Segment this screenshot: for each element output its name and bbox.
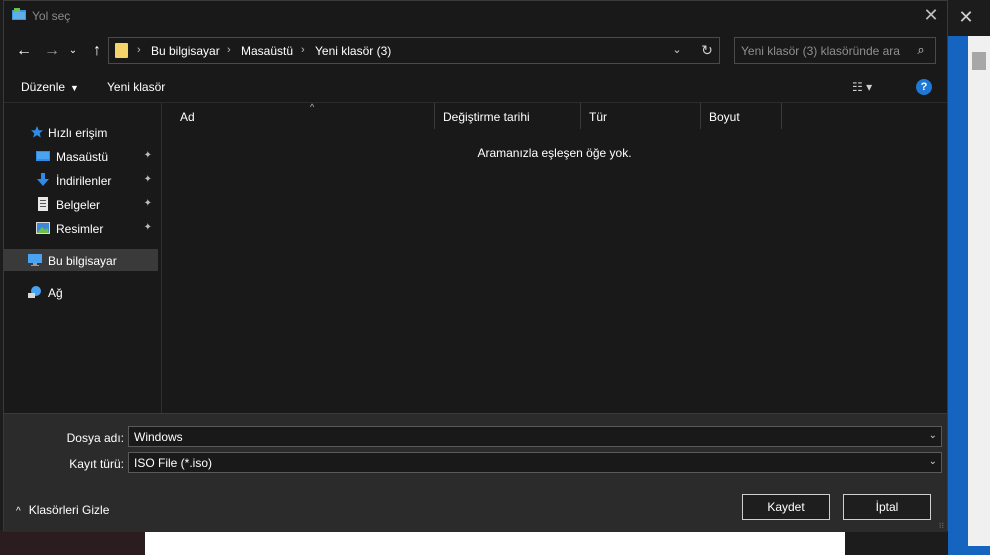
sidebar-item-label: Ağ [48, 286, 63, 300]
sidebar-item-label: Masaüstü [56, 150, 109, 164]
save-dialog: Yol seç ✕ ← → ⌄ ↑ › Bu bilgisayar › Masa… [3, 0, 948, 532]
document-icon [38, 197, 48, 211]
background-scrollbar[interactable] [968, 36, 990, 546]
address-bar[interactable]: › Bu bilgisayar › Masaüstü › Yeni klasör… [108, 37, 720, 64]
column-header-size[interactable]: Boyut [701, 103, 782, 129]
sort-ascending-icon: ^ [310, 102, 315, 112]
filename-input[interactable]: Windows ⌄ [128, 426, 942, 447]
background-taskbar-area [0, 530, 145, 555]
star-icon [31, 126, 43, 138]
download-icon [37, 173, 49, 186]
sidebar-item-documents[interactable]: Belgeler ✦ [4, 193, 158, 215]
navigation-bar: ← → ⌄ ↑ › Bu bilgisayar › Masaüstü › Yen… [4, 31, 947, 71]
pin-icon[interactable]: ✦ [144, 198, 152, 209]
app-icon [12, 8, 26, 20]
up-arrow-icon[interactable]: ↑ [87, 41, 107, 61]
filetype-value: ISO File (*.iso) [134, 456, 213, 470]
recent-locations-chevron-icon[interactable]: ⌄ [66, 41, 80, 61]
command-toolbar: Düzenle ▼ Yeni klasör ☷ ▾ ? [4, 73, 947, 101]
pictures-icon [36, 222, 50, 234]
column-headers: Ad ^ Değiştirme tarihi Tür Boyut [162, 102, 947, 129]
chevron-down-icon[interactable]: ⌄ [669, 42, 685, 58]
breadcrumb-separator-icon[interactable]: › [227, 44, 231, 56]
folder-icon [115, 43, 128, 58]
back-arrow-icon[interactable]: ← [14, 41, 34, 61]
chevron-up-icon: ^ [16, 506, 21, 517]
file-list-area[interactable]: Ad ^ Değiştirme tarihi Tür Boyut Aramanı… [162, 102, 947, 413]
column-header-type[interactable]: Tür [581, 103, 701, 129]
filename-label: Dosya adı: [66, 431, 124, 445]
cancel-button[interactable]: İptal [843, 494, 931, 520]
network-icon [28, 286, 41, 298]
empty-results-message: Aramanızla eşleşen öğe yok. [477, 146, 632, 160]
filename-value: Windows [134, 430, 183, 444]
sidebar-item-desktop[interactable]: Masaüstü ✦ [4, 145, 158, 167]
view-options-icon[interactable]: ☷ ▾ [852, 80, 892, 96]
search-input[interactable]: Yeni klasör (3) klasöründe ara ⌕ [734, 37, 936, 64]
pin-icon[interactable]: ✦ [144, 222, 152, 233]
search-icon[interactable]: ⌕ [913, 42, 929, 58]
desktop-icon [36, 151, 50, 161]
chevron-down-icon[interactable]: ⌄ [929, 430, 937, 441]
save-button[interactable]: Kaydet [742, 494, 830, 520]
filetype-select[interactable]: ISO File (*.iso) ⌄ [128, 452, 942, 473]
filetype-label: Kayıt türü: [69, 457, 124, 471]
sidebar-item-quick-access[interactable]: Hızlı erişim [4, 121, 158, 143]
dialog-title: Yol seç [32, 9, 71, 23]
column-header-label: Değiştirme tarihi [443, 110, 530, 124]
breadcrumb-desktop[interactable]: Masaüstü [241, 44, 293, 58]
hide-folders-label: Klasörleri Gizle [28, 503, 110, 517]
save-options-panel: Dosya adı: Windows ⌄ Kayıt türü: ISO Fil… [4, 413, 947, 532]
organize-button[interactable]: Düzenle ▼ [21, 80, 79, 94]
breadcrumb-new-folder-3[interactable]: Yeni klasör (3) [315, 44, 391, 58]
background-scrollbar-thumb[interactable] [972, 52, 986, 70]
refresh-icon[interactable]: ↻ [699, 41, 715, 59]
navigation-pane: Hızlı erişim Masaüstü ✦ İndirilenler ✦ B… [4, 103, 162, 413]
close-icon[interactable]: ✕ [921, 5, 941, 25]
sidebar-item-label: İndirilenler [56, 174, 112, 188]
help-icon[interactable]: ? [916, 79, 932, 95]
caret-down-icon: ▼ [70, 83, 79, 93]
computer-icon [28, 254, 42, 266]
column-header-label: Ad [180, 110, 195, 124]
sidebar-item-label: Belgeler [56, 198, 101, 212]
column-header-label: Tür [589, 110, 607, 124]
background-content-area [145, 530, 845, 555]
breadcrumb-this-pc[interactable]: Bu bilgisayar [151, 44, 220, 58]
background-close-icon[interactable]: ✕ [957, 8, 975, 26]
resize-grip-icon[interactable]: ⁝⁝ [939, 521, 944, 530]
sidebar-item-label: Hızlı erişim [48, 126, 108, 140]
sidebar-item-pictures[interactable]: Resimler ✦ [4, 217, 158, 239]
forward-arrow-icon[interactable]: → [42, 41, 62, 61]
sidebar-item-label: Resimler [56, 222, 104, 236]
organize-label: Düzenle [21, 80, 66, 94]
dialog-titlebar: Yol seç ✕ [4, 1, 947, 31]
search-placeholder: Yeni klasör (3) klasöründe ara [741, 44, 900, 58]
sidebar-item-network[interactable]: Ağ [4, 281, 158, 303]
sidebar-item-downloads[interactable]: İndirilenler ✦ [4, 169, 158, 191]
new-folder-button[interactable]: Yeni klasör [107, 80, 165, 94]
sidebar-item-this-pc[interactable]: Bu bilgisayar [4, 249, 158, 271]
hide-folders-button[interactable]: ^ Klasörleri Gizle [16, 503, 109, 517]
chevron-down-icon[interactable]: ⌄ [929, 456, 937, 467]
sidebar-item-label: Bu bilgisayar [48, 254, 117, 268]
breadcrumb-separator-icon[interactable]: › [301, 44, 305, 56]
column-header-name[interactable]: Ad ^ [172, 102, 435, 129]
column-header-date-modified[interactable]: Değiştirme tarihi [435, 103, 581, 129]
pin-icon[interactable]: ✦ [144, 174, 152, 185]
column-header-label: Boyut [709, 110, 740, 124]
breadcrumb-separator-icon[interactable]: › [137, 44, 141, 56]
pin-icon[interactable]: ✦ [144, 150, 152, 161]
